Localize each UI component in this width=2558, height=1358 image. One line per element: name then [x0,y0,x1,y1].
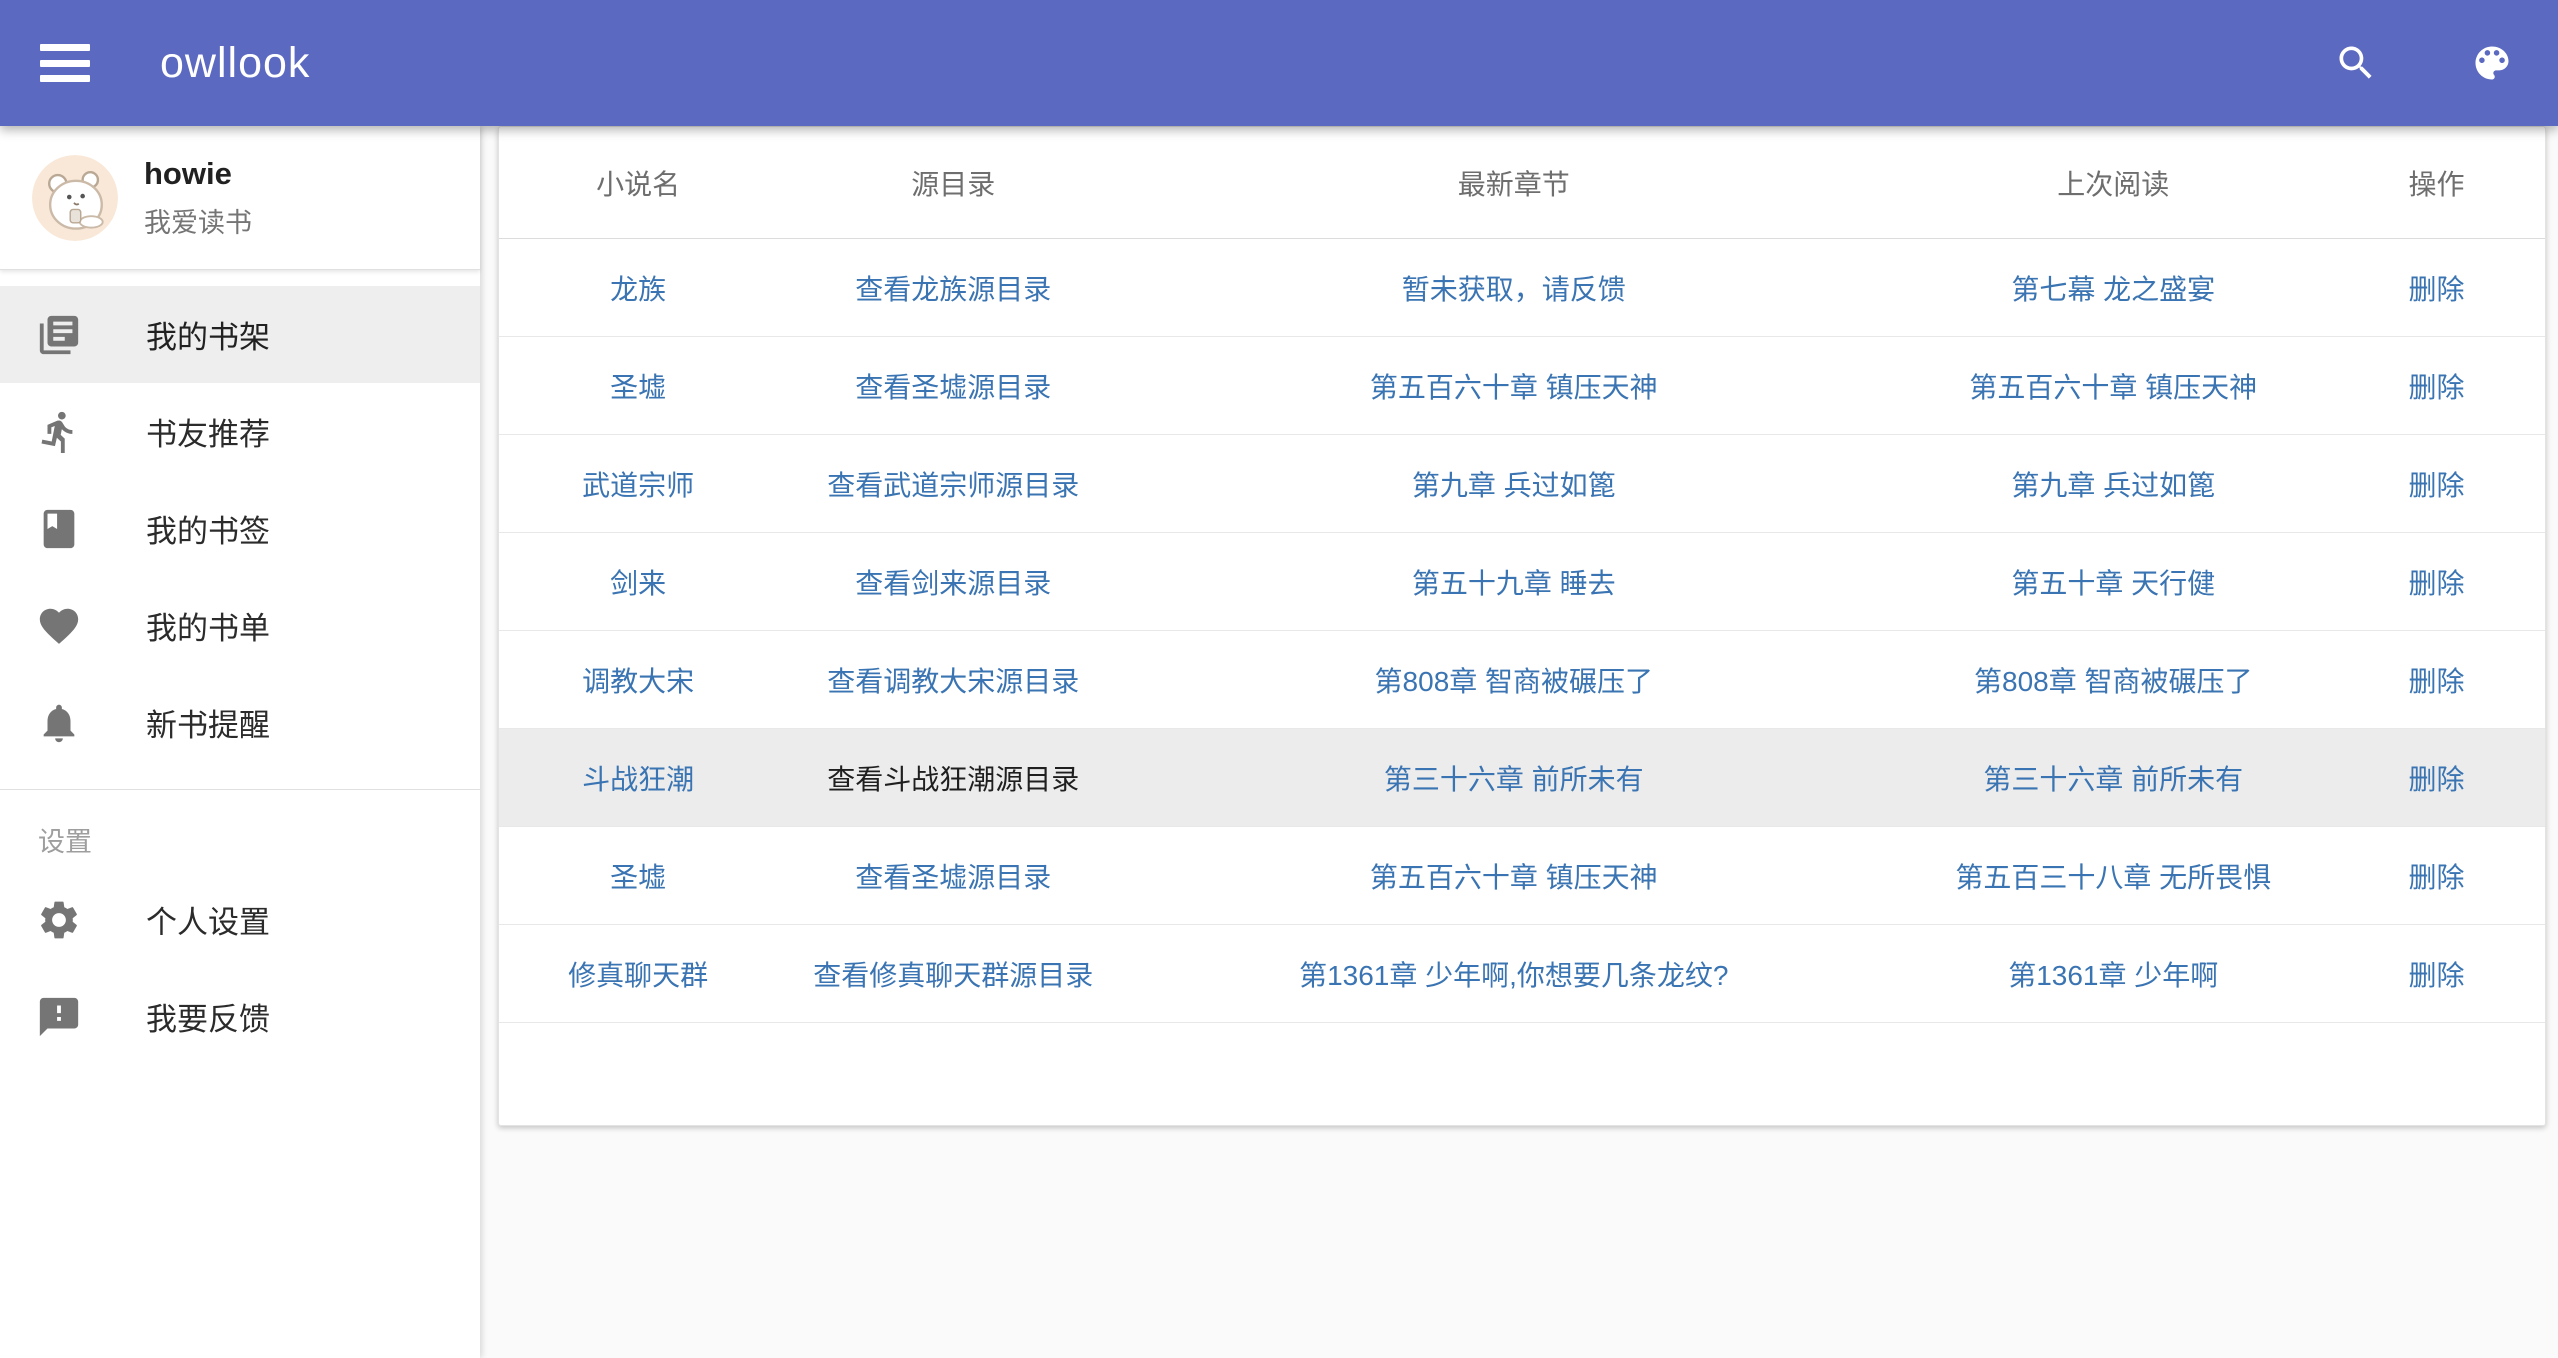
last-read-link[interactable]: 第808章 智商被碾压了 [1974,666,2253,697]
table-row: 剑来 查看剑来源目录 第五十九章 睡去 第五十章 天行健 删除 [499,533,2545,631]
novel-link[interactable]: 剑来 [610,568,666,599]
table-row: 龙族 查看龙族源目录 暂未获取，请反馈 第七幕 龙之盛宴 删除 [499,239,2545,337]
sidebar-item-bell[interactable]: 新书提醒 [0,674,480,771]
palette-icon[interactable] [2468,39,2516,87]
last-read-link[interactable]: 第五十章 天行健 [2011,568,2215,599]
gear-icon [36,897,82,943]
source-catalog-link[interactable]: 查看武道宗师源目录 [827,470,1079,501]
novel-link[interactable]: 圣墟 [610,862,666,893]
delete-link[interactable]: 删除 [2409,568,2465,599]
latest-chapter-link[interactable]: 第五百六十章 镇压天神 [1370,862,1658,893]
latest-chapter-link[interactable]: 第808章 智商被碾压了 [1375,666,1654,697]
last-read-link[interactable]: 第五百三十八章 无所畏惧 [1955,862,2271,893]
latest-chapter-link[interactable]: 第三十六章 前所未有 [1384,764,1644,795]
sidebar-item-run[interactable]: 书友推荐 [0,383,480,480]
novel-link[interactable]: 修真聊天群 [568,960,708,991]
table-row: 武道宗师 查看武道宗师源目录 第九章 兵过如篦 第九章 兵过如篦 删除 [499,435,2545,533]
delete-link[interactable]: 删除 [2409,764,2465,795]
delete-link[interactable]: 删除 [2409,470,2465,501]
source-catalog-link[interactable]: 查看调教大宋源目录 [827,666,1079,697]
table-row: 斗战狂潮 查看斗战狂潮源目录 第三十六章 前所未有 第三十六章 前所未有 删除 [499,729,2545,827]
source-catalog-link[interactable]: 查看剑来源目录 [855,568,1051,599]
last-read-link[interactable]: 第五百六十章 镇压天神 [1969,372,2257,403]
sidebar-menu: 我的书架 书友推荐 我的书签 我的书单 新书提醒 [0,270,480,771]
delete-link[interactable]: 删除 [2409,960,2465,991]
library-books-icon [36,312,82,358]
bell-icon [36,700,82,746]
table-row: 修真聊天群 查看修真聊天群源目录 第1361章 少年啊,你想要几条龙纹? 第13… [499,925,2545,1023]
source-catalog-link[interactable]: 查看龙族源目录 [855,274,1051,305]
table-row: 调教大宋 查看调教大宋源目录 第808章 智商被碾压了 第808章 智商被碾压了… [499,631,2545,729]
novel-link[interactable]: 斗战狂潮 [582,764,694,795]
last-read-link[interactable]: 第三十六章 前所未有 [1983,764,2243,795]
table-body: 龙族 查看龙族源目录 暂未获取，请反馈 第七幕 龙之盛宴 删除 圣墟 查看圣墟源… [499,239,2545,1023]
sidebar-item-book[interactable]: 我的书签 [0,480,480,577]
last-read-link[interactable]: 第九章 兵过如篦 [2011,470,2215,501]
last-read-link[interactable]: 第七幕 龙之盛宴 [2011,274,2215,305]
menu-icon[interactable] [40,44,90,82]
novel-link[interactable]: 调教大宋 [582,666,694,697]
delete-link[interactable]: 删除 [2409,862,2465,893]
sidebar-item-library[interactable]: 我的书架 [0,286,480,383]
novel-link[interactable]: 龙族 [610,274,666,305]
app-title: owllook [160,39,310,88]
hamster-avatar [32,155,118,241]
column-header-novel: 小说名 [499,163,777,203]
settings-subheader: 设置 [0,790,480,871]
delete-link[interactable]: 删除 [2409,274,2465,305]
column-header-source: 源目录 [777,163,1129,203]
sidebar: howie 我爱读书 我的书架 书友推荐 我的书签 我的书单 新书提醒 设置 个… [0,126,480,1358]
delete-link[interactable]: 删除 [2409,372,2465,403]
source-catalog-link[interactable]: 查看斗战狂潮源目录 [827,764,1079,795]
last-read-link[interactable]: 第1361章 少年啊 [2008,960,2218,991]
column-header-action: 操作 [2328,163,2545,203]
user-profile: howie 我爱读书 [0,126,480,270]
table-row: 圣墟 查看圣墟源目录 第五百六十章 镇压天神 第五百三十八章 无所畏惧 删除 [499,827,2545,925]
search-icon[interactable] [2332,39,2380,87]
bookshelf-card: 小说名 源目录 最新章节 上次阅读 操作 龙族 查看龙族源目录 暂未获取，请反馈… [498,126,2546,1126]
bookmark-book-icon [36,506,82,552]
sidebar-item-heart[interactable]: 我的书单 [0,577,480,674]
directions-run-icon [36,409,82,455]
latest-chapter-link[interactable]: 第五百六十章 镇压天神 [1370,372,1658,403]
source-catalog-link[interactable]: 查看圣墟源目录 [855,372,1051,403]
source-catalog-link[interactable]: 查看修真聊天群源目录 [813,960,1093,991]
column-header-latest: 最新章节 [1129,163,1898,203]
novel-link[interactable]: 圣墟 [610,372,666,403]
sidebar-item-feedback[interactable]: 我要反馈 [0,968,480,1065]
sidebar-settings-menu: 个人设置 我要反馈 [0,871,480,1065]
app-header: owllook [0,0,2558,126]
latest-chapter-link[interactable]: 第1361章 少年啊,你想要几条龙纹? [1299,960,1728,991]
table-row: 圣墟 查看圣墟源目录 第五百六十章 镇压天神 第五百六十章 镇压天神 删除 [499,337,2545,435]
latest-chapter-link[interactable]: 第五十九章 睡去 [1412,568,1616,599]
feedback-icon [36,994,82,1040]
column-header-lastread: 上次阅读 [1898,163,2328,203]
user-name: howie [144,155,252,194]
user-subtitle: 我爱读书 [144,201,252,240]
delete-link[interactable]: 删除 [2409,666,2465,697]
table-header-row: 小说名 源目录 最新章节 上次阅读 操作 [499,127,2545,239]
sidebar-item-gear[interactable]: 个人设置 [0,871,480,968]
novel-link[interactable]: 武道宗师 [582,470,694,501]
heart-icon [36,603,82,649]
source-catalog-link[interactable]: 查看圣墟源目录 [855,862,1051,893]
latest-chapter-link[interactable]: 暂未获取，请反馈 [1402,274,1626,305]
latest-chapter-link[interactable]: 第九章 兵过如篦 [1412,470,1616,501]
